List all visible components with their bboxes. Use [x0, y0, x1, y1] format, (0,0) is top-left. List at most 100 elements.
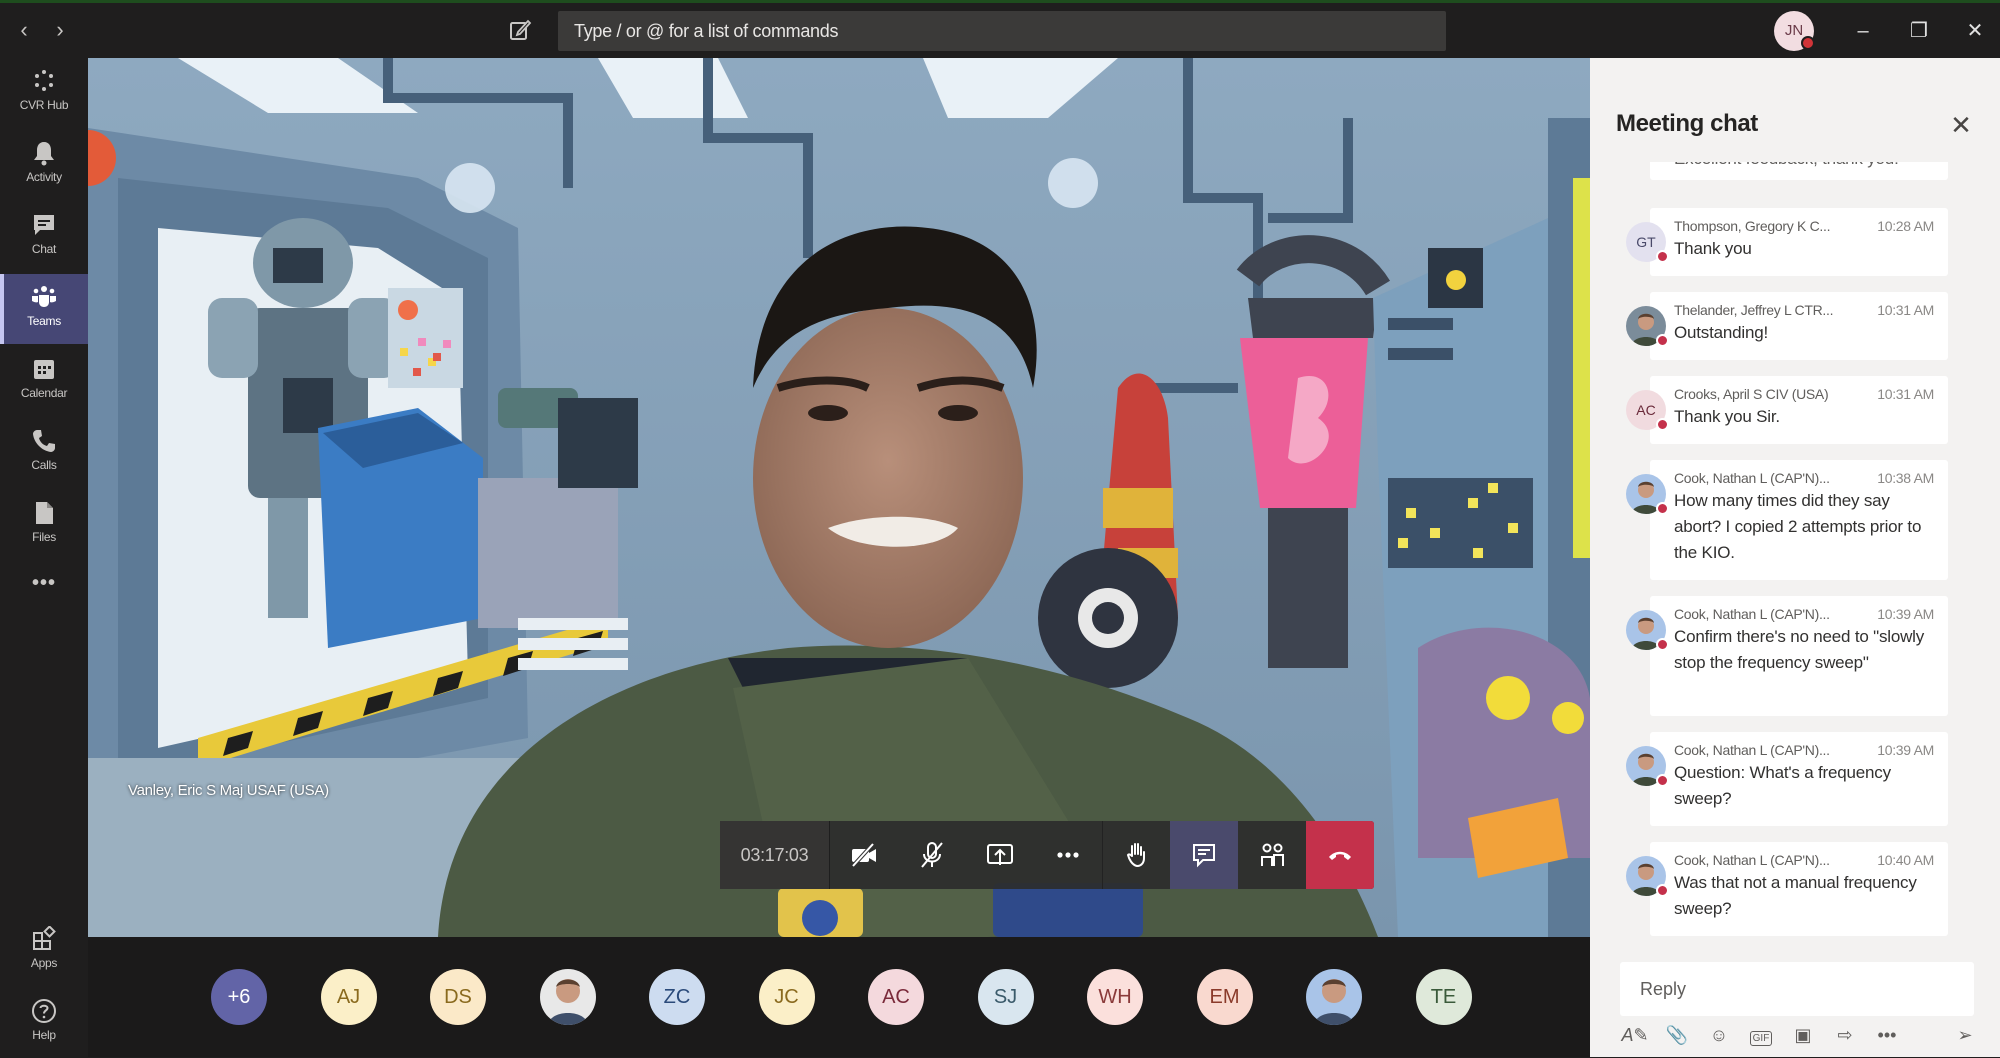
attach-button[interactable]: 📎 — [1662, 1020, 1692, 1050]
show-participants-button[interactable] — [1238, 821, 1306, 889]
call-duration: 03:17:03 — [720, 821, 830, 889]
participant-avatar[interactable]: EM — [1196, 969, 1253, 1025]
back-button[interactable]: ‹ — [12, 15, 36, 45]
message-author: Thelander, Jeffrey L CTR... — [1674, 302, 1834, 318]
author-initials: AC — [1636, 402, 1656, 418]
mic-toggle-button[interactable] — [898, 821, 966, 889]
chat-message[interactable]: GT Thompson, Gregory K C... 10:28 AM Thank … — [1626, 208, 1948, 276]
send-button[interactable]: ➢ — [1950, 1020, 1980, 1050]
participant-avatar-photo[interactable] — [1306, 969, 1362, 1025]
message-text: Was that not a manual frequency sweep? — [1674, 873, 1917, 918]
chat-message[interactable]: Thelander, Jeffrey L CTR... 10:31 AM Outst… — [1626, 292, 1948, 360]
sticker-button[interactable]: ▣ — [1788, 1020, 1818, 1050]
mic-off-icon — [921, 842, 943, 868]
rail-more-apps[interactable]: ••• — [0, 566, 88, 606]
meeting-chat-panel: Meeting chat ✕ Excellent feedback, thank… — [1590, 58, 2000, 1057]
rail-item-cvr-hub[interactable]: CVR Hub — [0, 58, 88, 128]
chat-message[interactable]: AC Crooks, April S CIV (USA) 10:31 AM Thank… — [1626, 376, 1948, 444]
camera-toggle-button[interactable] — [830, 821, 898, 889]
message-text: Thank you Sir. — [1674, 407, 1780, 426]
share-screen-button[interactable] — [966, 821, 1034, 889]
message-time: 10:31 AM — [1877, 386, 1934, 402]
participant-avatar[interactable]: TE — [1415, 969, 1472, 1025]
apps-icon — [33, 926, 56, 950]
bell-icon — [34, 142, 54, 166]
maximize-button[interactable]: ❐ — [1899, 11, 1939, 51]
chat-message[interactable]: Cook, Nathan L (CAP'N)... 10:39 AM Questio… — [1626, 732, 1948, 826]
message-time: 10:31 AM — [1877, 302, 1934, 318]
emoji-button[interactable]: ☺ — [1704, 1020, 1734, 1050]
participant-avatar-photo[interactable] — [539, 969, 596, 1025]
gif-button[interactable]: GIF — [1746, 1020, 1776, 1050]
chat-message[interactable]: Cook, Nathan L (CAP'N)... 10:38 AM How man… — [1626, 460, 1948, 580]
message-text: How many times did they say abort? I cop… — [1674, 491, 1922, 562]
message-time: 10:39 AM — [1877, 742, 1934, 758]
participant-avatar[interactable]: JC — [758, 969, 815, 1025]
camera-off-icon — [851, 842, 876, 868]
new-chat-button[interactable] — [508, 17, 532, 43]
rail-item-calls[interactable]: Calls — [0, 418, 88, 488]
participant-avatar[interactable]: AJ — [320, 969, 377, 1025]
chat-message[interactable]: Cook, Nathan L (CAP'N)... 10:40 AM Was tha… — [1626, 842, 1948, 936]
presence-busy-indicator — [1656, 334, 1669, 347]
raise-hand-button[interactable] — [1102, 821, 1170, 889]
chat-message-partial: Excellent feedback, thank you! — [1650, 162, 1948, 180]
sticker-icon: ▣ — [1794, 1025, 1812, 1045]
message-text: Question: What's a frequency sweep? — [1674, 763, 1891, 808]
rail-item-apps[interactable]: Apps — [0, 916, 88, 986]
attach-icon: 📎 — [1665, 1025, 1689, 1045]
message-author: Cook, Nathan L (CAP'N)... — [1674, 852, 1830, 868]
composer-toolbar: A✎ 📎 ☺ GIF ▣ ⇨ ••• ➢ — [1620, 1020, 1980, 1050]
show-conversation-button[interactable] — [1170, 821, 1238, 889]
participants-icon — [1261, 843, 1284, 866]
calendar-icon — [34, 360, 54, 379]
close-window-button[interactable]: ✕ — [1955, 11, 1995, 51]
rail-item-help[interactable]: Help — [0, 988, 88, 1058]
person-photo-icon — [1314, 979, 1354, 1025]
participant-initials: TE — [1430, 986, 1457, 1008]
participant-avatar[interactable]: AC — [868, 969, 924, 1025]
rail-item-teams[interactable]: Teams — [0, 274, 88, 344]
teams-icon — [32, 286, 56, 307]
raise-hand-icon — [1126, 843, 1145, 868]
participant-avatar[interactable]: WH — [1087, 969, 1143, 1025]
participant-avatar[interactable]: +6 — [211, 969, 267, 1025]
participant-avatar[interactable]: DS — [430, 969, 486, 1025]
more-actions-button[interactable] — [1034, 821, 1102, 889]
more-options-button[interactable]: ••• — [1872, 1020, 1902, 1050]
participant-avatar[interactable]: ZC — [649, 969, 705, 1025]
close-icon: ✕ — [1950, 110, 1972, 140]
presence-busy-indicator — [1656, 418, 1669, 431]
meet-now-button[interactable]: ⇨ — [1830, 1020, 1860, 1050]
title-bar: ‹ › Type / or @ for a list of commands J… — [0, 3, 2000, 58]
command-search-input[interactable]: Type / or @ for a list of commands — [558, 11, 1446, 51]
chat-message-list[interactable]: Excellent feedback, thank you! GT Thompso… — [1590, 162, 2000, 982]
message-meta: Thelander, Jeffrey L CTR... 10:31 AM — [1674, 302, 1934, 318]
rail-item-chat[interactable]: Chat — [0, 202, 88, 272]
rail-label: CVR Hub — [19, 98, 69, 112]
active-speaker-name: Vanley, Eric S Maj USAF (USA) — [128, 782, 329, 799]
more-icon — [1057, 852, 1079, 858]
rail-item-activity[interactable]: Activity — [0, 130, 88, 200]
person-photo-icon — [547, 979, 588, 1025]
participant-initials: AC — [882, 986, 910, 1008]
presence-busy-indicator — [1801, 36, 1815, 50]
chat-message[interactable]: Cook, Nathan L (CAP'N)... 10:39 AM Confirm… — [1626, 596, 1948, 716]
chevron-right-icon: › — [56, 17, 64, 42]
message-meta: Cook, Nathan L (CAP'N)... 10:39 AM — [1674, 606, 1934, 622]
forward-button[interactable]: › — [48, 15, 72, 45]
rail-item-files[interactable]: Files — [0, 490, 88, 560]
participant-avatar[interactable]: SJ — [977, 969, 1034, 1025]
hang-up-button[interactable] — [1306, 821, 1374, 889]
chevron-left-icon: ‹ — [20, 17, 28, 42]
meet-now-icon: ⇨ — [1837, 1025, 1853, 1045]
rail-item-calendar[interactable]: Calendar — [0, 346, 88, 416]
close-chat-button[interactable]: ✕ — [1946, 110, 1976, 140]
format-button[interactable]: A✎ — [1620, 1020, 1650, 1050]
minimize-button[interactable]: – — [1843, 11, 1883, 51]
participant-initials: DS — [444, 986, 472, 1008]
file-icon — [36, 502, 53, 524]
reply-input[interactable]: Reply — [1620, 962, 1974, 1016]
presence-busy-indicator — [1656, 774, 1669, 787]
rail-label: Help — [32, 1028, 56, 1042]
